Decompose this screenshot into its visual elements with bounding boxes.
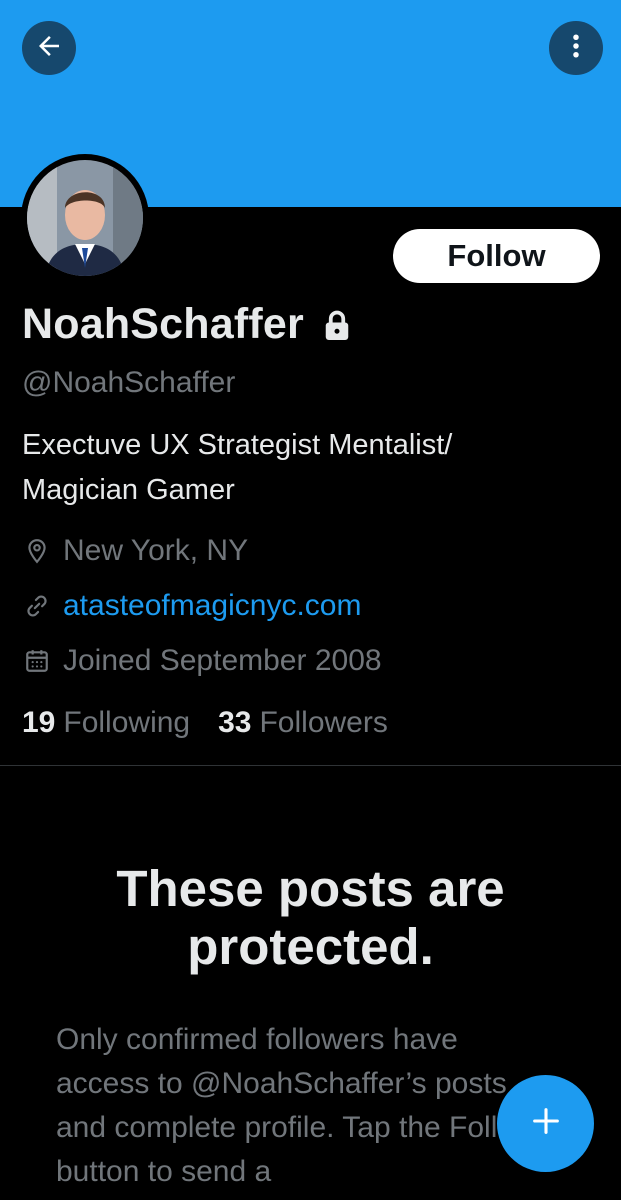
follow-stats: 19 Following 33 Followers bbox=[22, 706, 388, 740]
arrow-left-icon bbox=[34, 31, 64, 66]
location-pin-icon bbox=[22, 536, 52, 566]
joined-row: Joined September 2008 bbox=[22, 644, 382, 678]
followers-label: Followers bbox=[259, 706, 388, 739]
followers-count: 33 bbox=[218, 706, 252, 739]
follow-button[interactable]: Follow bbox=[393, 229, 600, 283]
link-icon bbox=[22, 591, 52, 621]
protected-posts-title: These posts are protected. bbox=[116, 860, 505, 975]
website-link[interactable]: atasteofmagicnyc.com bbox=[63, 589, 361, 623]
followers-link[interactable]: 33 Followers bbox=[218, 706, 388, 740]
bio-line: Magician Gamer bbox=[22, 474, 235, 506]
location-row: New York, NY bbox=[22, 534, 248, 568]
joined-text: Joined September 2008 bbox=[63, 644, 382, 677]
profile-name-row: NoahSchaffer bbox=[22, 300, 352, 349]
following-link[interactable]: 19 Following bbox=[22, 706, 190, 740]
location-text: New York, NY bbox=[63, 534, 249, 567]
avatar-photo bbox=[27, 160, 143, 276]
avatar[interactable] bbox=[21, 154, 149, 282]
back-button[interactable] bbox=[22, 21, 76, 75]
more-vertical-icon bbox=[561, 31, 591, 66]
protected-posts-message: Only confirmed followers have access to … bbox=[56, 1023, 536, 1188]
profile-handle: @NoahSchaffer bbox=[22, 366, 236, 399]
display-name: NoahSchaffer bbox=[22, 300, 304, 348]
calendar-icon bbox=[22, 646, 52, 676]
following-count: 19 bbox=[22, 706, 56, 739]
plus-icon bbox=[529, 1104, 563, 1143]
website-row: atasteofmagicnyc.com bbox=[22, 589, 361, 623]
following-label: Following bbox=[63, 706, 191, 739]
divider bbox=[0, 765, 621, 766]
more-options-button[interactable] bbox=[549, 21, 603, 75]
profile-bio: Exectuve UX Strategist Mentalist/ Magici… bbox=[22, 423, 582, 513]
bio-line: Exectuve UX Strategist Mentalist/ bbox=[22, 429, 453, 461]
compose-button[interactable] bbox=[497, 1075, 594, 1172]
lock-icon bbox=[322, 308, 352, 342]
